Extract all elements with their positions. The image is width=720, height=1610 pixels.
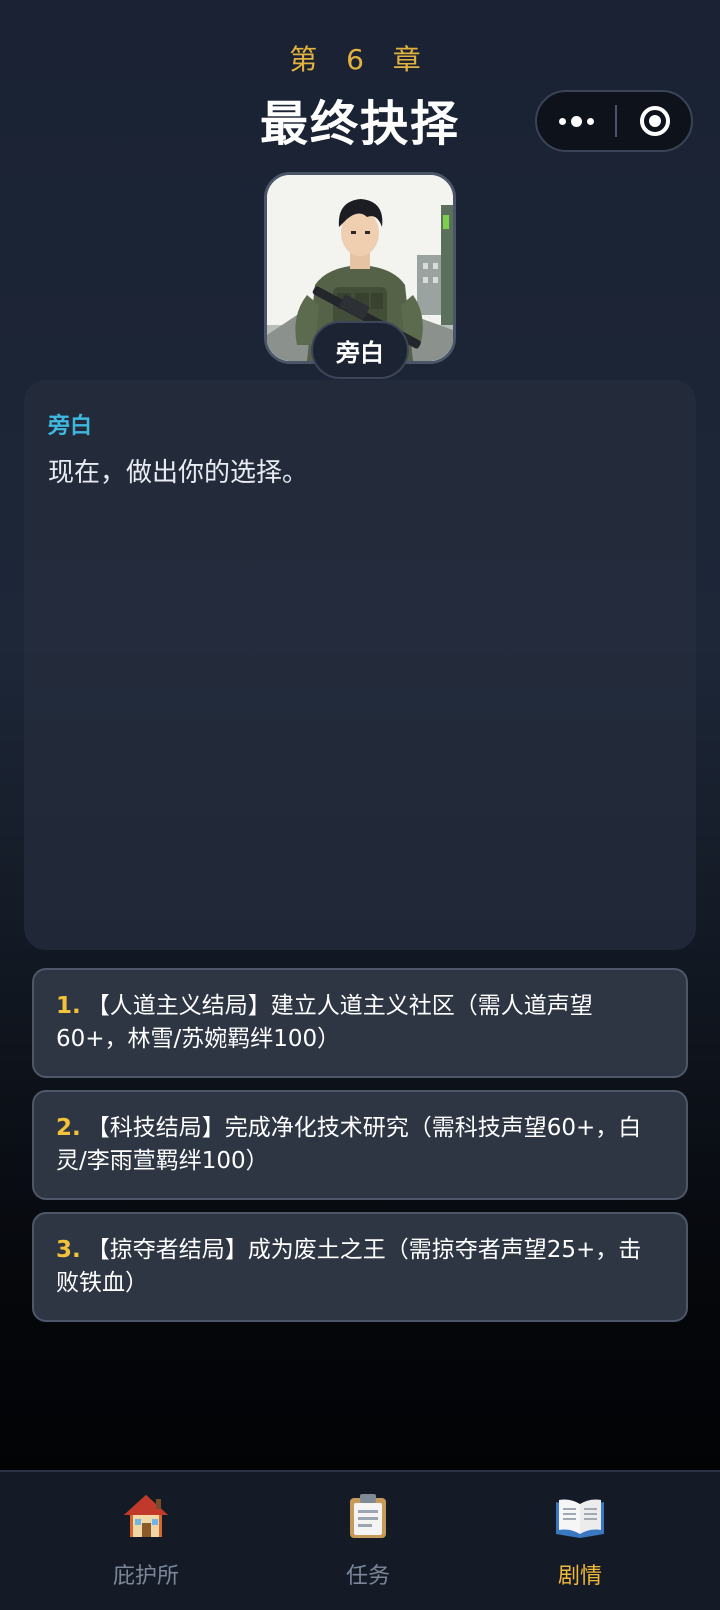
choice-number: 3. (56, 1237, 81, 1263)
choice-option-1[interactable]: 1. 【人道主义结局】建立人道主义社区（需人道声望60+，林雪/苏婉羁绊100） (32, 968, 688, 1078)
choice-number: 1. (56, 993, 81, 1019)
speaker-tag: 旁白 (311, 321, 409, 379)
bottom-nav: 庇护所 任务 剧情 (0, 1470, 720, 1610)
dialogue-text: 现在，做出你的选择。 (48, 458, 309, 488)
choice-text: 【人道主义结局】建立人道主义社区（需人道声望60+，林雪/苏婉羁绊100） (56, 993, 593, 1052)
chapter-label: 第 6 章 (289, 43, 431, 76)
open-book-icon (550, 1488, 610, 1544)
clipboard-icon (338, 1488, 398, 1544)
choice-number: 2. (56, 1115, 81, 1141)
choice-option-3[interactable]: 3. 【掠夺者结局】成为废土之王（需掠夺者声望25+，击败铁血） (32, 1212, 688, 1322)
nav-item-shelter[interactable]: 庇护所 (46, 1472, 246, 1610)
choice-text: 【科技结局】完成净化技术研究（需科技声望60+，白灵/李雨萱羁绊100） (56, 1115, 642, 1174)
nav-label: 剧情 (557, 1564, 602, 1589)
nav-label: 庇护所 (112, 1564, 179, 1589)
nav-label: 任务 (345, 1564, 390, 1589)
dialogue-speaker: 旁白 (48, 414, 93, 439)
more-dots-icon[interactable] (537, 92, 615, 150)
house-icon (116, 1488, 176, 1544)
target-close-icon[interactable] (617, 92, 693, 150)
nav-item-tasks[interactable]: 任务 (268, 1472, 468, 1610)
nav-item-story[interactable]: 剧情 (480, 1472, 680, 1610)
choice-option-2[interactable]: 2. 【科技结局】完成净化技术研究（需科技声望60+，白灵/李雨萱羁绊100） (32, 1090, 688, 1200)
mini-program-capsule (535, 90, 693, 152)
dialogue-box: 旁白 现在，做出你的选择。 (24, 380, 696, 950)
choice-text: 【掠夺者结局】成为废土之王（需掠夺者声望25+，击败铁血） (56, 1237, 642, 1296)
